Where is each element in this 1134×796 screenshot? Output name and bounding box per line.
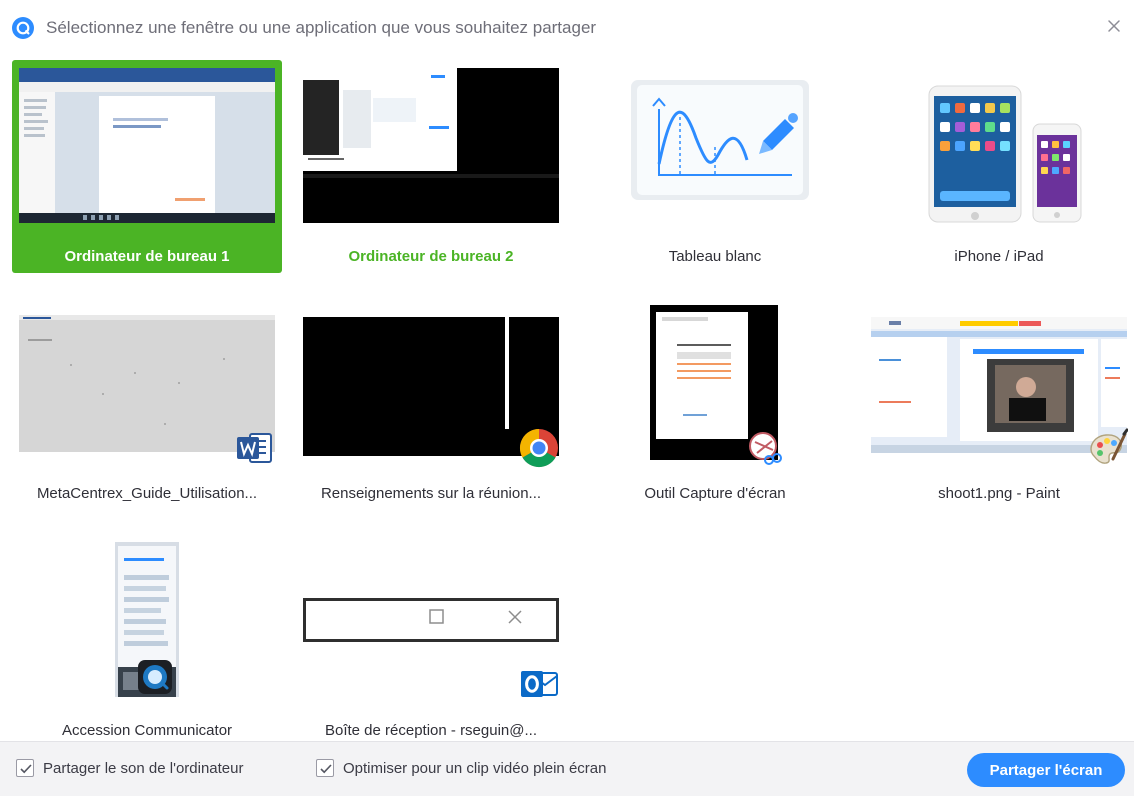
share-screen-dialog: Sélectionnez une fenêtre ou une applicat… xyxy=(0,0,1134,796)
share-computer-sound-option[interactable]: Partager le son de l'ordinateur xyxy=(16,759,244,777)
share-option-label: MetaCentrex_Guide_Utilisation... xyxy=(36,485,258,502)
share-option-label: shoot1.png - Paint xyxy=(938,485,1060,502)
desktop-screen-thumbnail xyxy=(19,68,275,223)
whiteboard-icon xyxy=(587,68,843,223)
chrome-icon xyxy=(518,427,560,469)
snipping-tool-thumbnail xyxy=(587,305,843,460)
desktop-screen-thumbnail xyxy=(303,68,559,223)
scissors-icon xyxy=(746,427,788,469)
optimize-video-option[interactable]: Optimiser pour un clip vidéo plein écran xyxy=(316,759,606,777)
share-option-label: Accession Communicator xyxy=(61,722,233,739)
zoom-icon xyxy=(12,17,34,39)
share-option-snipping-tool[interactable]: Outil Capture d'écran xyxy=(580,297,850,510)
share-option-whiteboard[interactable]: Tableau blanc xyxy=(580,60,850,273)
share-option-label: Tableau blanc xyxy=(668,248,762,265)
share-option-desktop-2[interactable]: Ordinateur de bureau 2 xyxy=(296,60,566,273)
share-option-label: Ordinateur de bureau 1 xyxy=(64,248,230,265)
share-screen-button[interactable]: Partager l'écran xyxy=(967,753,1125,787)
share-option-chrome-window[interactable]: Renseignements sur la réunion... xyxy=(296,297,566,510)
share-option-desktop-1[interactable]: Ordinateur de bureau 1 xyxy=(12,60,282,273)
share-option-word-document[interactable]: MetaCentrex_Guide_Utilisation... xyxy=(12,297,282,510)
word-icon xyxy=(234,427,276,469)
share-option-label: iPhone / iPad xyxy=(954,248,1044,265)
share-options-grid: Ordinateur de bureau 1 Ordinateur de bur… xyxy=(12,60,1129,739)
optimize-video-label: Optimiser pour un clip vidéo plein écran xyxy=(343,759,607,777)
iphone-ipad-icon xyxy=(871,68,1127,223)
outlook-icon xyxy=(518,664,560,706)
share-option-label: Boîte de réception - rseguin@... xyxy=(324,722,537,739)
share-option-label: Ordinateur de bureau 2 xyxy=(348,248,514,265)
dialog-header: Sélectionnez une fenêtre ou une applicat… xyxy=(12,10,1122,46)
close-icon[interactable] xyxy=(1106,18,1122,34)
dialog-title: Sélectionnez une fenêtre ou une applicat… xyxy=(46,18,597,37)
dialog-footer: Partager le son de l'ordinateur Optimise… xyxy=(0,741,1134,796)
communicator-icon xyxy=(134,656,176,698)
share-option-label: Outil Capture d'écran xyxy=(644,485,786,502)
share-option-iphone-ipad[interactable]: iPhone / iPad xyxy=(864,60,1134,273)
share-sound-checkbox[interactable] xyxy=(16,759,34,777)
share-sound-label: Partager le son de l'ordinateur xyxy=(43,759,244,777)
share-option-communicator[interactable]: Accession Communicator xyxy=(12,534,282,747)
share-option-outlook[interactable]: Boîte de réception - rseguin@... xyxy=(296,534,566,747)
share-option-paint[interactable]: shoot1.png - Paint xyxy=(864,297,1134,510)
optimize-video-checkbox[interactable] xyxy=(316,759,334,777)
share-option-label: Renseignements sur la réunion... xyxy=(320,485,542,502)
paint-palette-icon xyxy=(1086,427,1129,469)
